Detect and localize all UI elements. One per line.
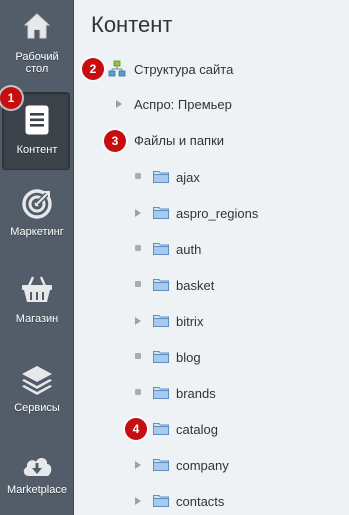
page-title: Контент	[91, 12, 173, 37]
expand-arrow-icon[interactable]	[135, 461, 141, 469]
folder-item-basket[interactable]: basket	[176, 276, 214, 294]
expand-arrow-icon[interactable]	[116, 100, 122, 108]
folder-item-ajax[interactable]: ajax	[176, 168, 200, 186]
folder-icon	[153, 171, 169, 183]
step-badge-2: 2	[82, 58, 104, 80]
sidebar-item-services[interactable]: Сервисы	[0, 356, 74, 420]
folder-label: ajax	[176, 169, 200, 185]
sidebar-item-marketing[interactable]: Маркетинг	[0, 180, 74, 244]
folder-label: company	[176, 457, 229, 473]
target-icon	[0, 188, 74, 220]
expand-arrow-icon[interactable]	[135, 209, 141, 217]
sidebar-item-desktop-label-line1: Рабочий	[15, 51, 59, 63]
folder-icon	[153, 351, 169, 363]
sitemap-icon	[108, 60, 126, 77]
folder-item-blog[interactable]: blog	[176, 348, 201, 366]
folder-label: auth	[176, 241, 202, 257]
sidebar-item-shop[interactable]: Магазин	[0, 264, 74, 328]
sidebar-item-desktop-label-line2: стол	[25, 63, 49, 75]
folder-icon	[153, 315, 169, 327]
sidebar-item-marketplace[interactable]: Marketplace	[0, 446, 74, 510]
folder-item-bitrix[interactable]: bitrix	[176, 312, 203, 330]
sidebar-item-content-label: Контент	[16, 144, 58, 156]
folder-label: catalog	[176, 421, 218, 437]
tree-root-label: Структура сайта	[134, 61, 234, 77]
sidebar-item-shop-label: Магазин	[15, 313, 59, 325]
folder-label: basket	[176, 277, 215, 293]
leaf-bullet-icon	[135, 281, 141, 287]
folder-icon	[153, 387, 169, 399]
cloud-download-icon	[0, 452, 74, 480]
folder-item-company[interactable]: company	[176, 456, 229, 474]
sidebar-item-marketplace-label: Marketplace	[7, 484, 67, 496]
home-icon	[0, 11, 74, 41]
folder-label: bitrix	[176, 313, 204, 329]
sidebar-item-desktop[interactable]: Рабочий стол	[0, 0, 74, 88]
leaf-bullet-icon	[135, 173, 141, 179]
sidebar-item-marketing-label: Маркетинг	[10, 226, 64, 238]
folder-icon	[153, 423, 169, 435]
folder-label: contacts	[176, 493, 225, 509]
tree-item-label: Файлы и папки	[134, 132, 225, 148]
tree-root-site-structure[interactable]: Структура сайта	[108, 60, 233, 78]
folder-item-catalog[interactable]: catalog	[176, 420, 218, 438]
tree-item-label: Аспро: Премьер	[134, 96, 232, 112]
step-badge-4: 4	[125, 418, 147, 440]
folder-icon	[153, 243, 169, 255]
expand-arrow-icon[interactable]	[135, 497, 141, 505]
expand-arrow-icon[interactable]	[135, 317, 141, 325]
folder-label: blog	[176, 349, 201, 365]
folder-icon	[153, 279, 169, 291]
folder-icon	[153, 459, 169, 471]
content-panel: Контент Структура сайта Аспро: Премьер Ф…	[74, 0, 349, 515]
leaf-bullet-icon	[135, 245, 141, 251]
sidebar-item-services-label: Сервисы	[14, 402, 60, 414]
step-badge-3: 3	[104, 130, 126, 152]
folder-label: aspro_regions	[176, 205, 259, 221]
basket-icon	[0, 274, 74, 304]
layers-icon	[0, 364, 74, 396]
folder-label: brands	[176, 385, 216, 401]
folder-item-auth[interactable]: auth	[176, 240, 201, 258]
sidebar: Рабочий стол Контент Маркетинг Магазин С…	[0, 0, 74, 515]
folder-item-aspro-regions[interactable]: aspro_regions	[176, 204, 258, 222]
folder-icon	[153, 495, 169, 507]
folder-item-brands[interactable]: brands	[176, 384, 216, 402]
step-badge-1: 1	[0, 87, 22, 109]
tree-item-files-folders[interactable]: Файлы и папки	[134, 131, 224, 149]
leaf-bullet-icon	[135, 353, 141, 359]
leaf-bullet-icon	[135, 389, 141, 395]
folder-item-contacts[interactable]: contacts	[176, 492, 224, 510]
folder-icon	[153, 207, 169, 219]
tree-item-aspro[interactable]: Аспро: Премьер	[134, 95, 232, 113]
